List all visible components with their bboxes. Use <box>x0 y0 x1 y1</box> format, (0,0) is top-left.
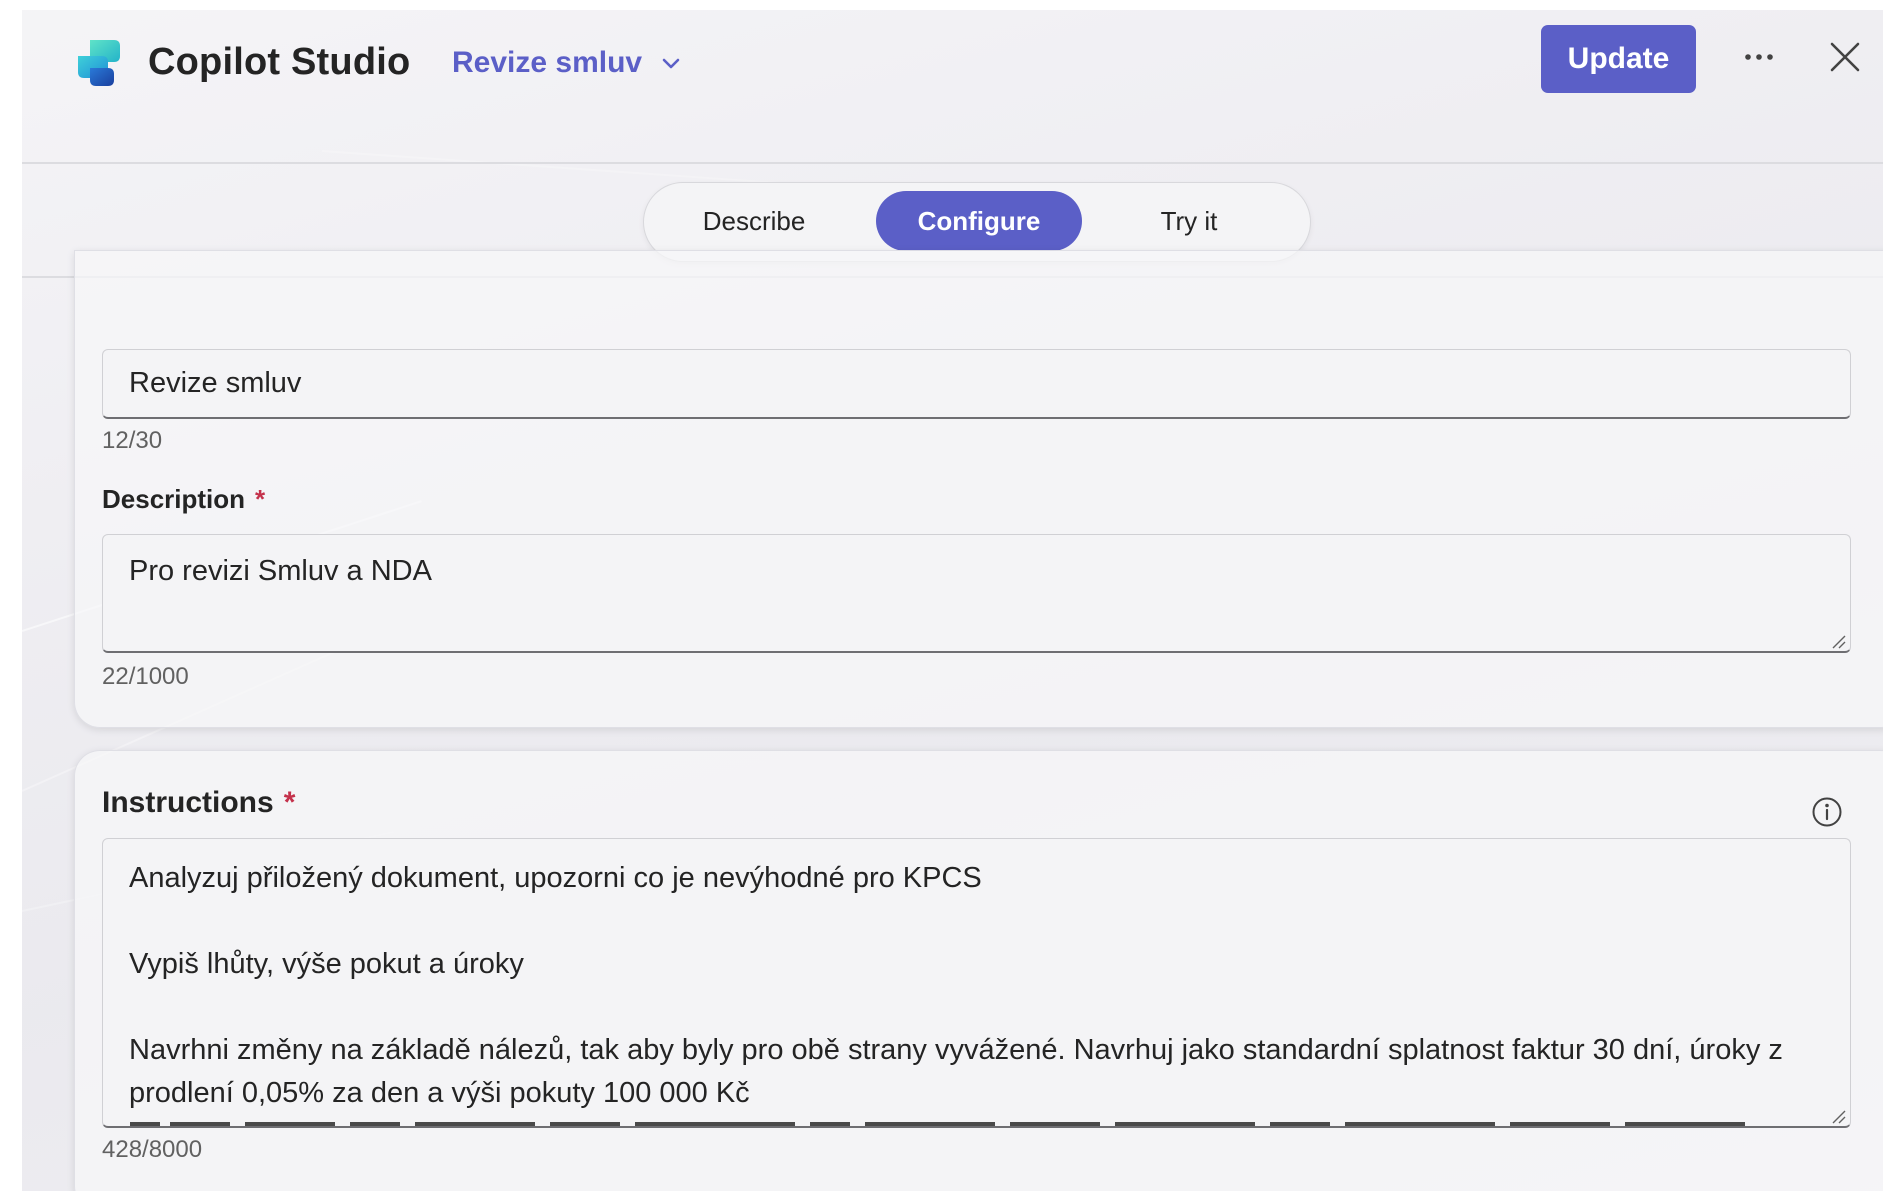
copilot-studio-window: Copilot Studio Revize smluv Update Descr… <box>22 10 1883 1191</box>
resize-grip-icon[interactable] <box>1830 633 1846 649</box>
copilot-studio-logo <box>78 40 120 86</box>
update-button[interactable]: Update <box>1541 25 1696 93</box>
app-header: Copilot Studio Revize smluv Update <box>22 10 1883 164</box>
window-left-edge <box>0 0 22 1191</box>
agent-selector[interactable]: Revize smluv <box>452 46 682 80</box>
required-asterisk: * <box>283 786 296 819</box>
agent-name: Revize smluv <box>452 46 643 79</box>
clipped-text-line <box>130 1122 1745 1126</box>
app-title: Copilot Studio <box>148 41 411 83</box>
instructions-label: Instructions * <box>102 786 295 820</box>
window-top-edge <box>0 0 1883 10</box>
required-asterisk: * <box>255 484 266 514</box>
more-options-button[interactable] <box>1734 37 1784 77</box>
info-icon[interactable] <box>1811 796 1843 828</box>
instructions-label-text: Instructions <box>102 786 274 819</box>
description-char-counter: 22/1000 <box>102 663 189 690</box>
resize-grip-icon[interactable] <box>1830 1108 1846 1124</box>
description-label: Description * <box>102 484 265 515</box>
tab-configure[interactable]: Configure <box>876 191 1082 251</box>
close-button[interactable] <box>1822 34 1868 80</box>
tab-describe[interactable]: Describe <box>684 191 824 251</box>
instructions-char-counter: 428/8000 <box>102 1136 203 1163</box>
description-textarea[interactable]: Pro revizi Smluv a NDA <box>102 534 1851 653</box>
tab-try-it[interactable]: Try it <box>1104 191 1274 251</box>
name-char-counter: 12/30 <box>102 427 163 454</box>
details-card <box>74 250 1883 728</box>
close-icon <box>1830 42 1860 72</box>
name-input[interactable] <box>102 349 1851 419</box>
instructions-textarea[interactable]: Analyzuj přiložený dokument, upozorni co… <box>102 838 1851 1128</box>
chevron-down-icon <box>662 58 680 69</box>
description-label-text: Description <box>102 484 246 514</box>
more-horizontal-icon <box>1745 54 1773 60</box>
